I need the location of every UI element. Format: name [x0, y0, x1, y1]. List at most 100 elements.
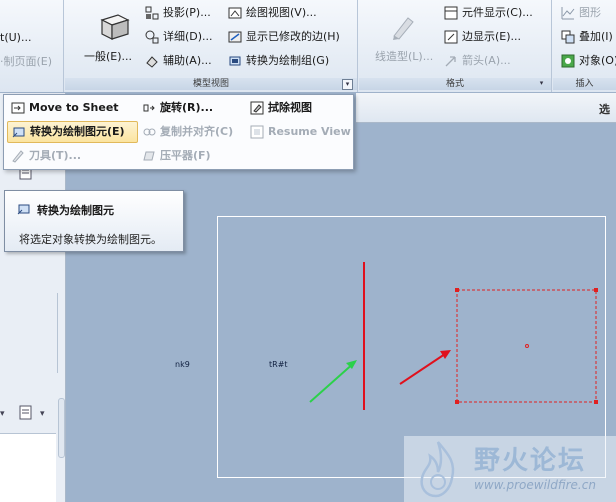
resume-view-icon [250, 125, 264, 139]
arrow-button[interactable]: 箭头(A)... [444, 51, 511, 71]
convert-to-draw-element-icon [12, 125, 26, 139]
watermark-title: 野火论坛 [474, 446, 587, 476]
copy-and-align-label: 复制并对齐(C) [160, 125, 234, 138]
pencil-icon [388, 12, 418, 42]
general-view-icon [98, 12, 132, 42]
object-button[interactable]: 对象(O) [561, 51, 616, 71]
format-dropdown-launcher[interactable]: ▾ [536, 79, 547, 90]
convert-to-draw-element-label: 转换为绘制图元(E) [30, 125, 125, 138]
model-views-dropdown-menu: Move to Sheet 旋转(R)... 拭除视图 转换为绘制图元(E) 复… [3, 94, 354, 170]
edge-display-button[interactable]: 边显示(E)... [444, 27, 521, 47]
topbar-text: 选 [599, 103, 610, 116]
convert-to-draw-group-label: 转换为绘制组(G) [246, 54, 330, 67]
menu-item-copy-and-align[interactable]: 复制并对齐(C) [138, 121, 246, 143]
general-view-label-button[interactable]: 一般(E)... [84, 47, 132, 67]
detailed-view-icon [145, 30, 159, 44]
detailed-button[interactable]: 详细(D)... [145, 27, 213, 47]
canvas-text-left: nk9 [175, 360, 190, 369]
left-group-item-2-label: ·制页面(E) [0, 55, 53, 68]
format-group-label: 格式 [359, 78, 551, 90]
menu-item-resume-view[interactable]: Resume View [246, 121, 352, 143]
overlay-icon [561, 30, 575, 44]
canvas-top-toolbar: 选 [356, 93, 616, 123]
move-to-sheet-icon [11, 101, 25, 115]
model-views-group-label: 模型视图 [65, 78, 357, 90]
command-tooltip: 转换为绘制图元 将选定对象转换为绘制图元。 [4, 190, 184, 252]
arrow-icon [444, 54, 458, 68]
panel-toolbar-icon-2[interactable] [18, 405, 34, 421]
tooltip-convert-icon [17, 202, 31, 216]
overlay-label: 叠加(I) [579, 30, 613, 43]
projection-label: 投影(P)... [163, 6, 211, 19]
line-style-button[interactable] [373, 12, 433, 42]
erase-view-label: 拭除视图 [268, 101, 312, 114]
line-style-label: 线造型(L)... [375, 50, 434, 63]
insert-group-label: 插入 [553, 78, 616, 90]
ribbon-group-insert: 图形 叠加(I) 对象(O) 插入 [553, 0, 616, 92]
show-modified-edges-button[interactable]: 显示已修改的边(H) [228, 27, 340, 47]
panel-side-handle[interactable] [58, 398, 65, 458]
panel-vertical-divider[interactable] [57, 293, 65, 373]
element-display-icon [444, 6, 458, 20]
convert-to-draw-group-button[interactable]: 转换为绘制组(G) [228, 51, 329, 71]
modified-edges-icon [228, 30, 242, 44]
knife-icon [11, 149, 25, 163]
draw-group-icon [228, 54, 242, 68]
drawing-view-icon [228, 6, 242, 20]
drawing-view-label: 绘图视图(V)... [246, 6, 317, 19]
flame-logo-icon [420, 441, 455, 498]
copy-align-icon [142, 125, 156, 139]
tooltip-title: 转换为绘制图元 [37, 204, 114, 217]
auxiliary-button[interactable]: 辅助(A)... [145, 51, 212, 71]
object-label: 对象(O) [579, 54, 616, 67]
rotate-label: 旋转(R)... [160, 101, 214, 114]
left-group-item-2[interactable]: ·制页面(E) [0, 52, 52, 72]
menu-item-convert-to-draw-element[interactable]: 转换为绘制图元(E) [7, 121, 138, 143]
forum-watermark: 野火论坛 www.proewildfire.cn [404, 436, 616, 502]
panel-list-area [0, 433, 56, 502]
flatten-label: 压平器(F) [160, 149, 211, 162]
menu-item-rotate[interactable]: 旋转(R)... [138, 97, 242, 119]
panel-chevron-icon[interactable]: ▾ [0, 409, 5, 419]
canvas-text-right: tR#t [269, 360, 288, 369]
knife-label: 刀具(T)... [29, 149, 82, 162]
watermark-url: www.proewildfire.cn [474, 478, 596, 492]
edge-display-icon [444, 30, 458, 44]
menu-item-knife[interactable]: 刀具(T)... [7, 145, 135, 167]
panel-dropdown-icon[interactable]: ▾ [40, 409, 45, 419]
ribbon-group-model-views: 一般(E)... 投影(P)... 详细(D)... 辅助(A)... 绘图视图… [65, 0, 358, 92]
move-to-sheet-label: Move to Sheet [29, 101, 119, 114]
auxiliary-view-icon [145, 54, 159, 68]
element-display-label: 元件显示(C)... [462, 6, 533, 19]
ribbon: t(U)... ·制页面(E) 一般(E)... 投影(P)... 详细(D).… [0, 0, 616, 93]
model-views-dropdown-launcher[interactable]: ▾ [342, 79, 353, 90]
resume-view-label: Resume View [268, 125, 351, 138]
rotate-icon [142, 101, 156, 115]
object-icon [561, 54, 575, 68]
arrow-label: 箭头(A)... [462, 54, 511, 67]
projection-icon [145, 6, 159, 20]
auxiliary-label: 辅助(A)... [163, 54, 212, 67]
line-style-label-button[interactable]: 线造型(L)... [375, 47, 433, 67]
projection-button[interactable]: 投影(P)... [145, 3, 211, 23]
graphics-button[interactable]: 图形 [561, 3, 601, 23]
drawing-view-button[interactable]: 绘图视图(V)... [228, 3, 317, 23]
erase-view-icon [250, 101, 264, 115]
detailed-label: 详细(D)... [163, 30, 213, 43]
left-group-item-1-label: t(U)... [0, 31, 32, 44]
element-display-button[interactable]: 元件显示(C)... [444, 3, 533, 23]
menu-item-erase-view[interactable]: 拭除视图 [246, 97, 350, 119]
flatten-icon [142, 149, 156, 163]
general-view-button[interactable] [83, 12, 147, 42]
general-view-label: 一般(E)... [84, 50, 133, 63]
menu-item-flatten[interactable]: 压平器(F) [138, 145, 242, 167]
menu-item-move-to-sheet[interactable]: Move to Sheet [7, 97, 135, 119]
graphics-label: 图形 [579, 6, 601, 19]
edge-display-label: 边显示(E)... [462, 30, 522, 43]
tooltip-description: 将选定对象转换为绘制图元。 [19, 233, 162, 246]
left-group-item-1[interactable]: t(U)... [0, 28, 31, 48]
ribbon-group-format: 线造型(L)... 元件显示(C)... 边显示(E)... 箭头(A)... … [359, 0, 552, 92]
overlay-button[interactable]: 叠加(I) [561, 27, 613, 47]
show-modified-edges-label: 显示已修改的边(H) [246, 30, 340, 43]
ribbon-group-left: t(U)... ·制页面(E) [0, 0, 64, 92]
